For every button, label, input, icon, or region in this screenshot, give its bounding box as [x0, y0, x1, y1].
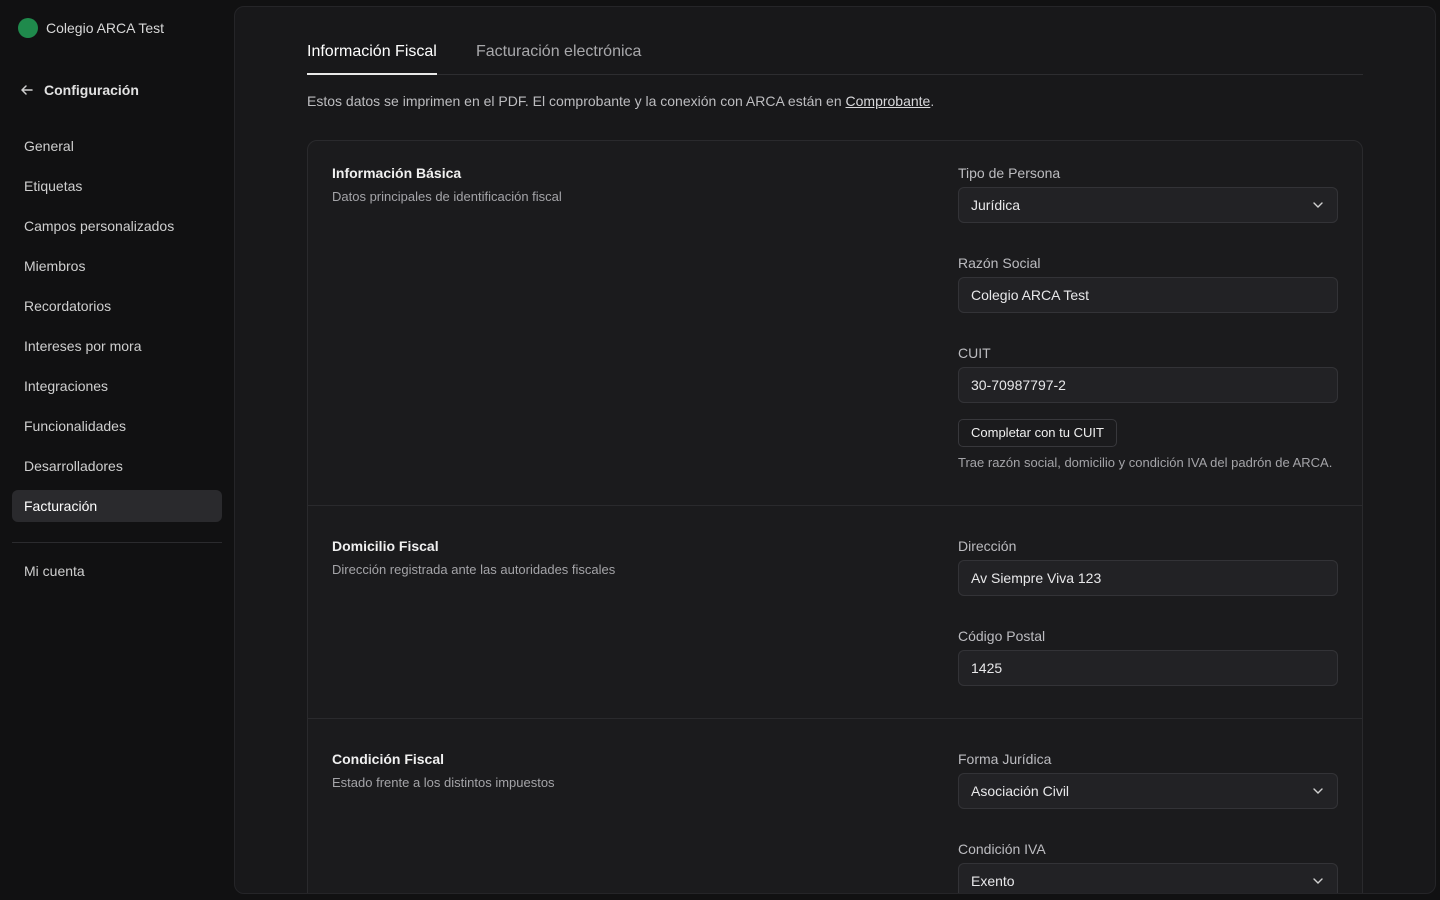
condicion-iva-label: Condición IVA [958, 841, 1046, 857]
completar-cuit-button[interactable]: Completar con tu CUIT [958, 419, 1117, 447]
fiscal-card: Información Básica Datos principales de … [307, 140, 1363, 893]
section-informacion-basica: Información Básica Datos principales de … [308, 141, 1362, 506]
tab-informacion-fiscal[interactable]: Información Fiscal [307, 43, 437, 75]
direccion-label: Dirección [958, 538, 1017, 554]
razon-social-label: Razón Social [958, 255, 1041, 271]
intro-end: . [930, 93, 935, 109]
tab-bar: Información Fiscal Facturación electróni… [307, 39, 1363, 75]
main-panel: Información Fiscal Facturación electróni… [234, 6, 1436, 894]
section-title: Información Básica [332, 165, 462, 181]
comprobante-link[interactable]: Comprobante [846, 93, 931, 109]
tab-facturacion-electronica[interactable]: Facturación electrónica [476, 43, 641, 75]
tipo-persona-label: Tipo de Persona [958, 165, 1061, 181]
forma-juridica-select[interactable]: Asociación Civil [958, 773, 1338, 809]
back-label: Configuración [44, 82, 139, 98]
direccion-input[interactable]: Av Siempre Viva 123 [958, 560, 1338, 596]
chevron-down-icon [1313, 202, 1323, 208]
settings-nav: General Etiquetas Campos personalizados … [12, 130, 222, 530]
sidebar-item-funcionalidades[interactable]: Funcionalidades [12, 410, 222, 442]
section-domicilio-fiscal: Domicilio Fiscal Dirección registrada an… [308, 506, 1362, 719]
forma-juridica-value: Asociación Civil [971, 783, 1070, 799]
sidebar-item-facturacion[interactable]: Facturación [12, 490, 222, 522]
section-subtitle: Datos principales de identificación fisc… [332, 189, 562, 204]
sidebar-item-etiquetas[interactable]: Etiquetas [12, 170, 222, 202]
back-to-configuration[interactable]: Configuración [20, 80, 139, 100]
tipo-persona-select[interactable]: Jurídica [958, 187, 1338, 223]
section-condicion-fiscal: Condición Fiscal Estado frente a los dis… [308, 719, 1362, 893]
sidebar-item-mi-cuenta[interactable]: Mi cuenta [12, 555, 222, 587]
intro-body: Estos datos se imprimen en el PDF. El co… [307, 93, 846, 109]
section-title: Domicilio Fiscal [332, 538, 439, 554]
codigo-postal-input[interactable]: 1425 [958, 650, 1338, 686]
condicion-iva-value: Exento [971, 873, 1015, 889]
condicion-iva-select[interactable]: Exento [958, 863, 1338, 893]
sidebar-item-recordatorios[interactable]: Recordatorios [12, 290, 222, 322]
intro-text: Estos datos se imprimen en el PDF. El co… [307, 93, 934, 109]
sidebar-divider [12, 542, 222, 543]
arrow-left-icon [21, 85, 33, 95]
sidebar-item-intereses-por-mora[interactable]: Intereses por mora [12, 330, 222, 362]
org-avatar [18, 18, 38, 38]
tipo-persona-value: Jurídica [971, 197, 1021, 213]
codigo-postal-label: Código Postal [958, 628, 1046, 644]
sidebar-item-integraciones[interactable]: Integraciones [12, 370, 222, 402]
cuit-label: CUIT [958, 345, 991, 361]
section-subtitle: Dirección registrada ante las autoridade… [332, 562, 616, 577]
org-switcher[interactable]: Colegio ARCA Test [18, 18, 164, 38]
section-subtitle: Estado frente a los distintos impuestos [332, 775, 555, 790]
sidebar-item-desarrolladores[interactable]: Desarrolladores [12, 450, 222, 482]
cuit-hint: Trae razón social, domicilio y condición… [958, 455, 1333, 470]
org-name: Colegio ARCA Test [46, 20, 165, 36]
sidebar-item-miembros[interactable]: Miembros [12, 250, 222, 282]
razon-social-input[interactable]: Colegio ARCA Test [958, 277, 1338, 313]
cuit-input[interactable]: 30-70987797-2 [958, 367, 1338, 403]
section-title: Condición Fiscal [332, 751, 445, 767]
chevron-down-icon [1313, 788, 1323, 794]
sidebar-item-general[interactable]: General [12, 130, 222, 162]
sidebar: Colegio ARCA Test Configuración General … [0, 0, 234, 900]
sidebar-item-campos-personalizados[interactable]: Campos personalizados [12, 210, 222, 242]
chevron-down-icon [1313, 878, 1323, 884]
forma-juridica-label: Forma Jurídica [958, 751, 1052, 767]
